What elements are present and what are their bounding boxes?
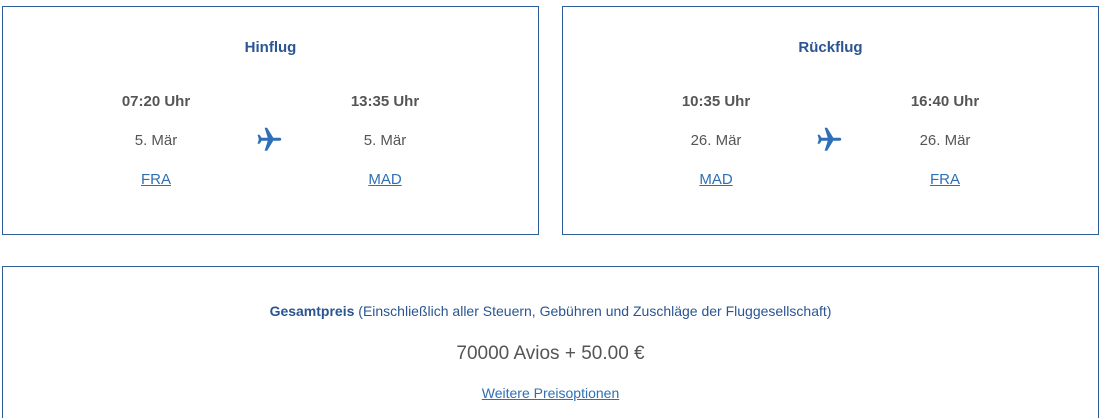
return-departure: 10:35 Uhr 26. Mär MAD — [636, 7, 796, 236]
total-price-note: (Einschließlich aller Steuern, Gebühren … — [354, 303, 832, 319]
outbound-arrival-airport-link[interactable]: MAD — [305, 171, 465, 188]
total-price-label: Gesamtpreis (Einschließlich aller Steuer… — [3, 303, 1098, 319]
outbound-departure-date: 5. Mär — [134, 132, 178, 149]
return-arrival: 16:40 Uhr 26. Mär FRA — [865, 7, 1025, 236]
return-arrival-time: 16:40 Uhr — [910, 93, 980, 110]
more-price-options: Weitere Preisoptionen — [3, 385, 1098, 401]
airplane-icon — [257, 127, 282, 151]
total-price-heading: Gesamtpreis — [269, 303, 355, 319]
more-price-options-link[interactable]: Weitere Preisoptionen — [482, 385, 619, 401]
outbound-arrival: 13:35 Uhr 5. Mär MAD — [305, 7, 465, 236]
outbound-departure-time: 07:20 Uhr — [121, 93, 191, 110]
outbound-flight-card: Hinflug 07:20 Uhr 5. Mär FRA 13:35 Uhr 5… — [2, 6, 539, 235]
return-arrival-date: 26. Mär — [919, 132, 971, 149]
return-departure-time: 10:35 Uhr — [681, 93, 751, 110]
outbound-departure: 07:20 Uhr 5. Mär FRA — [76, 7, 236, 236]
return-departure-date: 26. Mär — [690, 132, 742, 149]
outbound-arrival-date: 5. Mär — [363, 132, 407, 149]
total-price-card: Gesamtpreis (Einschließlich aller Steuer… — [2, 266, 1099, 418]
total-price-value: 70000 Avios + 50.00 € — [456, 343, 645, 364]
outbound-departure-airport-link[interactable]: FRA — [76, 171, 236, 188]
airplane-icon — [817, 127, 842, 151]
return-arrival-airport-link[interactable]: FRA — [865, 171, 1025, 188]
return-flight-card: Rückflug 10:35 Uhr 26. Mär MAD 16:40 Uhr… — [562, 6, 1099, 235]
outbound-arrival-time: 13:35 Uhr — [350, 93, 420, 110]
return-departure-airport-link[interactable]: MAD — [636, 171, 796, 188]
